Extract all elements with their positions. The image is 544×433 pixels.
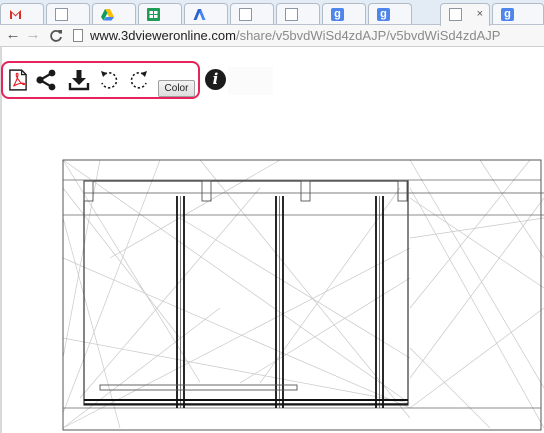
document-icon [239, 8, 252, 21]
tab-strip: g g × g [0, 0, 544, 26]
viewer-area: Color i [0, 47, 544, 433]
gmail-icon [10, 10, 21, 19]
document-icon [449, 8, 462, 21]
document-icon [55, 8, 68, 21]
info-icon[interactable]: i [205, 69, 226, 90]
tab-google-plus-1[interactable]: g [322, 3, 366, 25]
google-plus-icon: g [331, 8, 344, 21]
tab-sheets[interactable] [138, 3, 182, 25]
url-domain: www.3dvieweronline.com [90, 28, 236, 43]
tab-document-1[interactable] [46, 3, 90, 25]
google-drive-icon [101, 9, 114, 21]
tab-google-plus-3[interactable]: g [492, 3, 544, 25]
tab-close-icon[interactable]: × [477, 8, 483, 20]
tab-gmail[interactable] [0, 3, 44, 25]
adwords-icon [193, 9, 206, 20]
page-icon [73, 29, 83, 42]
url-field[interactable]: www.3dvieweronline.com/share/v5bvdWiSd4z… [90, 28, 500, 44]
url-path: /share/v5bvdWiSd4zdAJP/v5bvdWiSd4zdAJP [235, 28, 501, 43]
back-arrow-icon[interactable]: ← [5, 27, 21, 43]
tab-document-2[interactable] [230, 3, 274, 25]
google-plus-icon: g [501, 8, 514, 21]
google-plus-icon: g [377, 8, 390, 21]
forward-arrow-icon[interactable]: → [25, 27, 41, 43]
tab-adwords[interactable] [184, 3, 228, 25]
tab-google-plus-2[interactable]: g [368, 3, 412, 25]
document-icon [285, 8, 298, 21]
reload-icon[interactable] [48, 28, 64, 44]
toolbar-placeholder [228, 67, 273, 95]
3d-model-wireframe[interactable] [60, 158, 544, 433]
browser-toolbar: ← → www.3dvieweronline.com/share/v5bvdWi… [0, 25, 544, 47]
viewer-left-edge [0, 47, 2, 433]
tab-drive[interactable] [92, 3, 136, 25]
tab-document-3[interactable] [276, 3, 320, 25]
spreadsheet-icon [147, 8, 160, 21]
toolbar-highlight-box [1, 61, 200, 99]
tab-active[interactable]: × [440, 3, 490, 26]
